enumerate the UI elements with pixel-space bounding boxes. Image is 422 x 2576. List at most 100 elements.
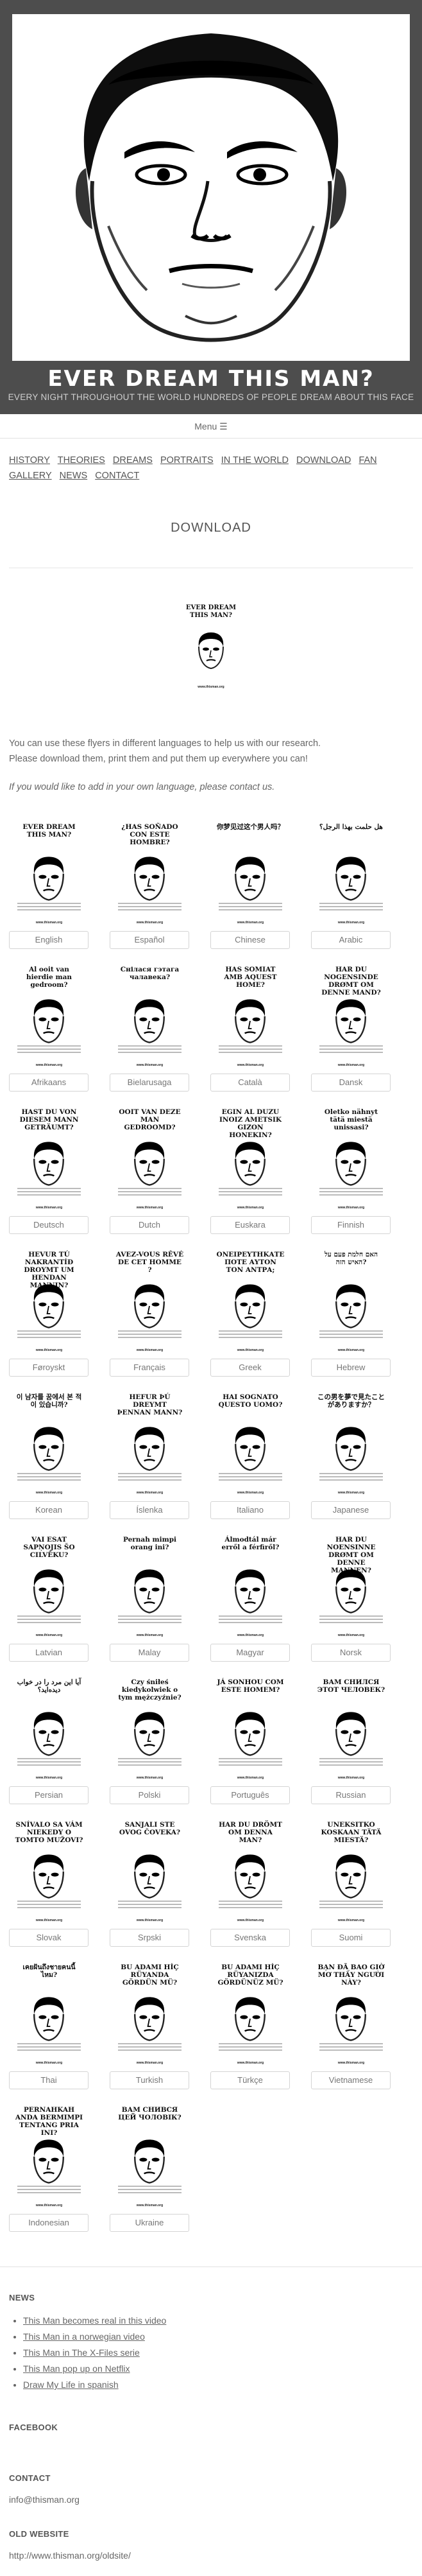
language-download-button[interactable]: Japanese (311, 1501, 391, 1519)
language-download-button[interactable]: Srpski (110, 1929, 189, 1947)
news-link[interactable]: This Man in The X-Files serie (23, 2347, 140, 2358)
news-link[interactable]: This Man pop up on Netflix (23, 2363, 130, 2374)
flyer-image[interactable]: HAI SOGNATO QUESTO UOMO? www.thisman.org (214, 1389, 287, 1499)
flyer-image[interactable]: HAR DU DRÖMT OM DENNA MAN? www.thisman.or… (214, 1817, 287, 1926)
language-download-button[interactable]: Thai (9, 2071, 89, 2089)
flyer-image[interactable]: JÁ SONHOU COM ESTE HOMEM? www.thisman.org (214, 1675, 287, 1784)
language-download-button[interactable]: Euskara (210, 1216, 290, 1234)
flyer-image[interactable]: OOIT VAN DEZE MAN GEDROOMD? www.thisman.o… (113, 1104, 187, 1214)
flyer-image[interactable]: HEVUR TÚ NAKRANTÍÐ DROYMT UM HENDAN MANN… (12, 1247, 86, 1356)
language-download-button[interactable]: Turkish (110, 2071, 189, 2089)
flyer-image[interactable]: ВАМ СНИЛСЯ ЭТОТ ЧЕЛОВЕК? www.thisman.org (314, 1675, 388, 1784)
language-download-button[interactable]: Bielarusaga (110, 1074, 189, 1092)
flyer-image[interactable]: PERNAHKAH ANDA BERMIMPI TENTANG PRIA INI… (12, 2102, 86, 2211)
news-item[interactable]: This Man in a norwegian video (23, 2329, 413, 2345)
language-download-button[interactable]: Polski (110, 1786, 189, 1804)
language-download-button[interactable]: Korean (9, 1501, 89, 1519)
flyer-image[interactable]: Oletko nähnyt tätä miestä unissasi? www.t… (314, 1104, 388, 1214)
nav-download[interactable]: DOWNLOAD (296, 455, 351, 466)
contact-email[interactable]: info@thisman.org (9, 2494, 413, 2505)
flyer-image[interactable]: 你梦见过这个男人吗？ www.thisman.org (214, 819, 287, 928)
flyer-image[interactable]: ВАМ СНИВСЯ ЦЕЙ ЧОЛОВІК? www.thisman.org (113, 2102, 187, 2211)
language-download-button[interactable]: Latvian (9, 1644, 89, 1662)
language-download-button[interactable]: Dansk (311, 1074, 391, 1092)
flyer-image[interactable]: SANJALI STE OVOG ČOVEKA? www.thisman.org (113, 1817, 187, 1926)
flyer-image[interactable]: HAR DU NOENSINNE DRØMT OM DENNE MANNEN?w… (314, 1532, 388, 1641)
nav-dreams[interactable]: DREAMS (113, 455, 153, 466)
language-download-button[interactable]: Vietnamese (311, 2071, 391, 2089)
language-download-button[interactable]: Italiano (210, 1501, 290, 1519)
old-website-link[interactable]: http://www.thisman.org/oldsite/ (9, 2550, 413, 2561)
flyer-image[interactable]: Álmodtál már erről a férfiről? www.thisma… (214, 1532, 287, 1641)
language-download-button[interactable]: Português (210, 1786, 290, 1804)
flyer-image[interactable]: HAR DU NOGENSINDE DRØMT OM DENNE MAND? ww… (314, 962, 388, 1071)
language-download-button[interactable]: Ukraine (110, 2214, 189, 2232)
nav-theories[interactable]: THEORIES (58, 455, 105, 466)
flyer-image[interactable]: EGIN AL DUZU INOIZ AMETSIK GIZON HONEKIN… (214, 1104, 287, 1214)
flyer-image[interactable]: Al ooit van hierdie man gedroom? www.this… (12, 962, 86, 1071)
news-link[interactable]: Draw My Life in spanish (23, 2380, 119, 2390)
language-download-button[interactable]: Suomi (311, 1929, 391, 1947)
flyer-image[interactable]: 이 남자를 꿈에서 본 적이 있습니까? www.thisman.org (12, 1389, 86, 1499)
language-download-button[interactable]: Arabic (311, 931, 391, 949)
language-download-button[interactable]: English (9, 931, 89, 949)
language-download-button[interactable]: Deutsch (9, 1216, 89, 1234)
flyer-image[interactable]: האם חלמת פעם על האיש הזה? www.thisman.org (314, 1247, 388, 1356)
language-download-button[interactable]: Persian (9, 1786, 89, 1804)
flyer-image[interactable]: เคยฝันถึงชายคนนี้ไหม? www.thisman.org (12, 1960, 86, 2069)
language-download-button[interactable]: Føroyskt (9, 1359, 89, 1377)
language-download-button[interactable]: Català (210, 1074, 290, 1092)
flyer-image[interactable]: Pernah mimpi orang ini? www.thisman.org (113, 1532, 187, 1641)
news-link[interactable]: This Man in a norwegian video (23, 2331, 145, 2342)
nav-portraits[interactable]: PORTRAITS (160, 455, 214, 466)
main-flyer-image[interactable]: EVER DREAM THIS MAN? www.thisman.org (179, 600, 243, 697)
news-item[interactable]: This Man pop up on Netflix (23, 2361, 413, 2377)
news-item[interactable]: Draw My Life in spanish (23, 2377, 413, 2393)
flyer-image[interactable]: HAST DU VON DIESEM MANN GETRÄUMT? www.thi… (12, 1104, 86, 1214)
language-download-button[interactable]: Svenska (210, 1929, 290, 1947)
language-download-button[interactable]: Greek (210, 1359, 290, 1377)
language-download-button[interactable]: Hebrew (311, 1359, 391, 1377)
flyer-image[interactable]: Czy śniłeś kiedykolwiek o tym mężczyźnie… (113, 1675, 187, 1784)
flyer-image[interactable]: ΟΝΕΙΡΕΥΤΗΚΑΤΕ ΠΟΤΕ ΑΥΤΟΝ ΤΟΝ ΑΝΤΡΑ; www.t… (214, 1247, 287, 1356)
flyer-image[interactable]: UNEKSITKO KOSKAAN TÄTÄ MIESTÄ? www.thisma… (314, 1817, 388, 1926)
language-download-button[interactable]: Finnish (311, 1216, 391, 1234)
flyer-image[interactable]: آیا این مرد را در خواب دیده‌اید؟ www.this… (12, 1675, 86, 1784)
news-item[interactable]: This Man becomes real in this video (23, 2313, 413, 2329)
language-download-button[interactable]: Español (110, 931, 189, 949)
flyer-image[interactable]: VAI ESAT SAPŅOJIS ŠO CILVĒKU? www.thisman… (12, 1532, 86, 1641)
nav-in-the-world[interactable]: IN THE WORLD (221, 455, 289, 466)
flyer-image[interactable]: HEFUR ÞÚ DREYMT ÞENNAN MANN? www.thisman.… (113, 1389, 187, 1499)
language-download-button[interactable]: Türkçe (210, 2071, 290, 2089)
flyer-image[interactable]: BU ADAMI HİÇ RÜYANDA GÖRDÜN MÜ? www.thism… (113, 1960, 187, 2069)
main-flyer[interactable]: EVER DREAM THIS MAN? www.thisman.org (0, 600, 422, 700)
language-download-button[interactable]: Íslenka (110, 1501, 189, 1519)
language-download-button[interactable]: Indonesian (9, 2214, 89, 2232)
language-download-button[interactable]: Russian (311, 1786, 391, 1804)
nav-contact[interactable]: CONTACT (95, 471, 139, 481)
flyer-image[interactable]: Снілася гэтага чалавека? www.thisman.org (113, 962, 187, 1071)
language-download-button[interactable]: Afrikaans (9, 1074, 89, 1092)
flyer-image[interactable]: هل حلمت بهذا الرجل؟ www.thisman.org (314, 819, 388, 928)
language-download-button[interactable]: Français (110, 1359, 189, 1377)
flyer-title: OOIT VAN DEZE MAN GEDROOMD? (119, 1108, 181, 1131)
language-download-button[interactable]: Chinese (210, 931, 290, 949)
menu-toggle[interactable]: Menu ☰ (0, 414, 422, 439)
language-download-button[interactable]: Slovak (9, 1929, 89, 1947)
nav-history[interactable]: HISTORY (9, 455, 50, 466)
news-item[interactable]: This Man in The X-Files serie (23, 2345, 413, 2361)
flyer-image[interactable]: BẠN ĐÃ BAO GIỜ MƠ THẤY NGƯỜI NÀY? www.thi… (314, 1960, 388, 2069)
nav-news[interactable]: NEWS (60, 471, 88, 481)
flyer-image[interactable]: EVER DREAM THIS MAN? www.thisman.org (12, 819, 86, 928)
language-download-button[interactable]: Magyar (210, 1644, 290, 1662)
language-download-button[interactable]: Norsk (311, 1644, 391, 1662)
flyer-image[interactable]: SNÍVALO SA VÁM NIEKEDY O TOMTO MUŽOVI? ww… (12, 1817, 86, 1926)
flyer-image[interactable]: AVEZ-VOUS RÊVÉ DE CET HOMME ? www.thisman… (113, 1247, 187, 1356)
language-download-button[interactable]: Malay (110, 1644, 189, 1662)
flyer-image[interactable]: ¿HAS SOÑADO CON ESTE HOMBRE? www.thisman.… (113, 819, 187, 928)
flyer-image[interactable]: この男を夢で見たことがありますか？ www.thisman.org (314, 1389, 388, 1499)
news-link[interactable]: This Man becomes real in this video (23, 2315, 166, 2326)
flyer-image[interactable]: BU ADAMI HİÇ RÜYANIZDA GÖRDÜNÜZ MÜ? www.t… (214, 1960, 287, 2069)
flyer-image[interactable]: HAS SOMIAT AMB AQUEST HOME? www.thisman.o… (214, 962, 287, 1071)
language-download-button[interactable]: Dutch (110, 1216, 189, 1234)
